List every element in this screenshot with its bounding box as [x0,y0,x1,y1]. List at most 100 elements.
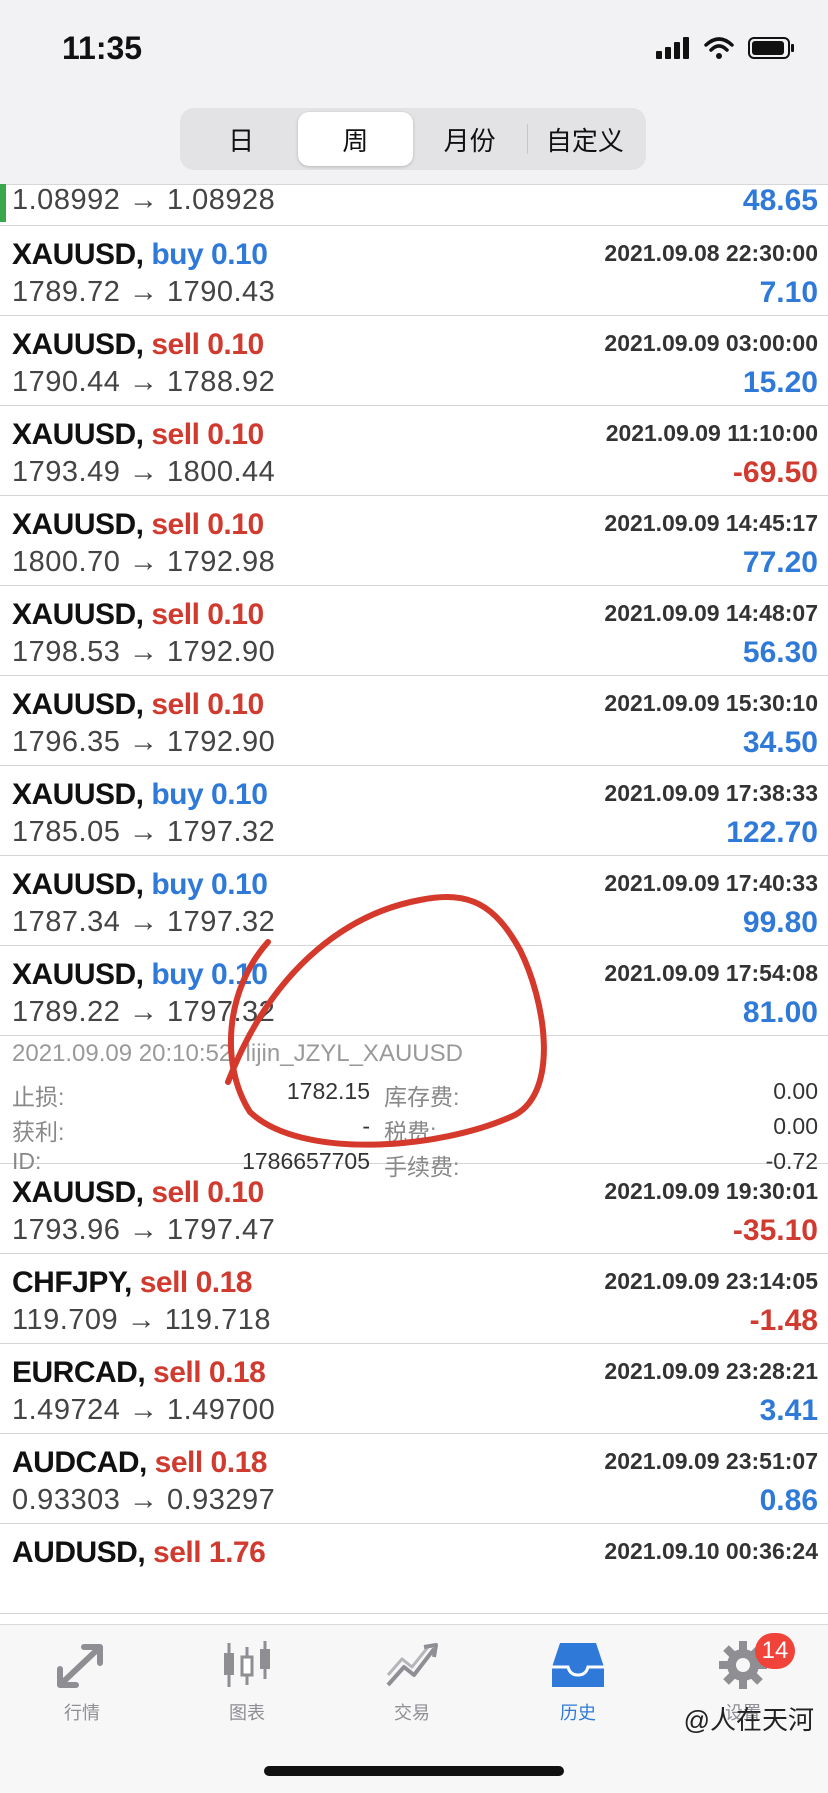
trade-title: AUDCAD, sell 0.18 [12,1446,267,1480]
period-segmented-control: 日 周 月份 自定义 [180,108,646,170]
trade-row[interactable]: XAUUSD, sell 0.10 2021.09.09 14:45:17 1800… [0,496,828,586]
detail-row-takeprofit: 获利: - 税费: 0.00 [12,1113,818,1149]
trade-row[interactable]: XAUUSD, sell 0.10 2021.09.09 03:00:00 1790… [0,316,828,406]
trade-prices: 1.08992 → 1.08928 [12,184,276,216]
trade-direction: sell 1.76 [153,1536,266,1569]
trade-prices: 1.49724 → 1.49700 [12,1394,276,1426]
stoploss-label: 止损: [12,1084,65,1110]
trade-prices: 1785.05 → 1797.32 [12,816,276,848]
trade-profit: 81.00 [742,996,818,1029]
trade-time: 2021.09.09 17:38:33 [604,780,818,806]
trade-time: 2021.09.09 23:14:05 [604,1268,818,1294]
trade-time: 2021.09.09 17:40:33 [604,870,818,896]
trade-prices: 1793.96 → 1797.47 [12,1214,276,1246]
trade-prices: 1798.53 → 1792.90 [12,636,276,668]
trade-time: 2021.09.09 15:30:10 [604,690,818,716]
trade-symbol: XAUUSD, [12,238,144,271]
trade-title: XAUUSD, buy 0.10 [12,238,268,272]
status-bar: 11:35 [0,0,828,100]
trade-row[interactable]: AUDUSD, sell 1.76 2021.09.10 00:36:24 [0,1524,828,1614]
trade-chart-icon [386,1643,438,1687]
trade-time: 2021.09.10 00:36:24 [604,1538,818,1564]
trade-profit: 56.30 [742,636,818,669]
trade-title: XAUUSD, sell 0.10 [12,1176,264,1210]
trade-meta: 2021.09.09 20:10:52, lijin_JZYL_XAUUSD [12,1040,463,1067]
trade-title: XAUUSD, sell 0.10 [12,598,264,632]
trade-direction: buy 0.10 [151,778,268,811]
tab-quotes[interactable]: 行情 [22,1639,142,1725]
trade-row[interactable]: XAUUSD, buy 0.10 2021.09.09 17:40:33 1787.… [0,856,828,946]
trade-profit: 99.80 [742,906,818,939]
tab-chart[interactable]: 图表 [187,1639,307,1725]
tax-label: 税费: [384,1119,437,1145]
trade-direction: buy 0.10 [151,958,268,991]
tab-history[interactable]: 历史 [518,1639,638,1725]
trade-profit: 48.65 [742,184,818,217]
trade-symbol: CHFJPY, [12,1266,132,1299]
status-time: 11:35 [62,30,143,66]
trade-title: AUDUSD, sell 1.76 [12,1536,266,1570]
trade-profit: -35.10 [732,1214,818,1247]
notification-badge: 14 [755,1633,795,1669]
trade-title: XAUUSD, sell 0.10 [12,688,264,722]
trade-row[interactable]: XAUUSD, sell 0.10 2021.09.09 19:30:01 1793… [0,1164,828,1254]
trade-prices: 1790.44 → 1788.92 [12,366,276,398]
trade-profit: 122.70 [726,816,818,849]
trade-title: XAUUSD, buy 0.10 [12,868,268,902]
trade-symbol: AUDCAD, [12,1446,147,1479]
trade-symbol: XAUUSD, [12,868,144,901]
trade-row[interactable]: XAUUSD, buy 0.10 2021.09.09 17:54:08 1789.… [0,946,828,1036]
trade-direction: sell 0.18 [153,1356,266,1389]
trade-direction: sell 0.10 [151,418,264,451]
trade-prices: 119.709 → 119.718 [12,1304,271,1336]
tab-history-label: 历史 [560,1703,596,1723]
trade-time: 2021.09.09 11:10:00 [605,420,818,446]
takeprofit-label: 获利: [12,1119,65,1145]
swap-value: 0.00 [773,1078,818,1104]
trade-profit: 0.86 [759,1484,818,1517]
trade-time: 2021.09.09 23:28:21 [604,1358,818,1384]
home-indicator[interactable] [264,1766,564,1776]
trade-prices: 1787.34 → 1797.32 [12,906,276,938]
quotes-arrows-icon [57,1644,103,1688]
trade-row[interactable]: XAUUSD, buy 0.10 2021.09.09 17:38:33 1785.… [0,766,828,856]
trade-row-partial[interactable]: 1.08992 → 1.08928 48.65 [0,184,828,226]
trade-row[interactable]: AUDCAD, sell 0.18 2021.09.09 23:51:07 0.93… [0,1434,828,1524]
takeprofit-value: - [362,1113,370,1139]
trade-profit: -1.48 [749,1304,818,1337]
trade-row[interactable]: XAUUSD, sell 0.10 2021.09.09 11:10:00 1793… [0,406,828,496]
selected-indicator [0,184,6,222]
tab-trade[interactable]: 交易 [352,1639,472,1725]
tab-day[interactable]: 日 [184,112,298,166]
trade-symbol: XAUUSD, [12,778,144,811]
trade-prices: 1800.70 → 1792.98 [12,546,276,578]
wifi-icon [704,37,734,59]
battery-icon [748,37,794,59]
trade-row[interactable]: XAUUSD, sell 0.10 2021.09.09 15:30:10 1796… [0,676,828,766]
trade-row[interactable]: XAUUSD, sell 0.10 2021.09.09 14:48:07 1798… [0,586,828,676]
trade-direction: sell 0.10 [151,328,264,361]
tab-custom[interactable]: 自定义 [528,112,642,166]
tab-week[interactable]: 周 [298,112,413,166]
trade-direction: sell 0.10 [151,1176,264,1209]
trade-row[interactable]: EURCAD, sell 0.18 2021.09.09 23:28:21 1.49… [0,1344,828,1434]
tax-value: 0.00 [773,1113,818,1139]
trade-title: XAUUSD, sell 0.10 [12,508,264,542]
trade-row[interactable]: XAUUSD, buy 0.10 2021.09.08 22:30:00 1789.… [0,226,828,316]
trade-time: 2021.09.09 14:48:07 [604,600,818,626]
trade-profit: 15.20 [742,366,818,399]
trade-title: CHFJPY, sell 0.18 [12,1266,252,1300]
trade-symbol: EURCAD, [12,1356,146,1389]
trade-row[interactable]: CHFJPY, sell 0.18 2021.09.09 23:14:05 119.… [0,1254,828,1344]
trade-direction: sell 0.10 [151,598,264,631]
watermark: @人在天河 [683,1705,814,1735]
trade-time: 2021.09.08 22:30:00 [604,240,818,266]
tab-month[interactable]: 月份 [413,112,527,166]
trade-title: XAUUSD, sell 0.10 [12,328,264,362]
history-list[interactable]: 1.08992 → 1.08928 48.65 XAUUSD, buy 0.10… [0,184,828,1624]
trade-symbol: XAUUSD, [12,508,144,541]
stoploss-value: 1782.15 [286,1078,370,1104]
trade-direction: buy 0.10 [151,868,268,901]
tab-trade-label: 交易 [394,1703,430,1723]
trade-direction: sell 0.10 [151,688,264,721]
